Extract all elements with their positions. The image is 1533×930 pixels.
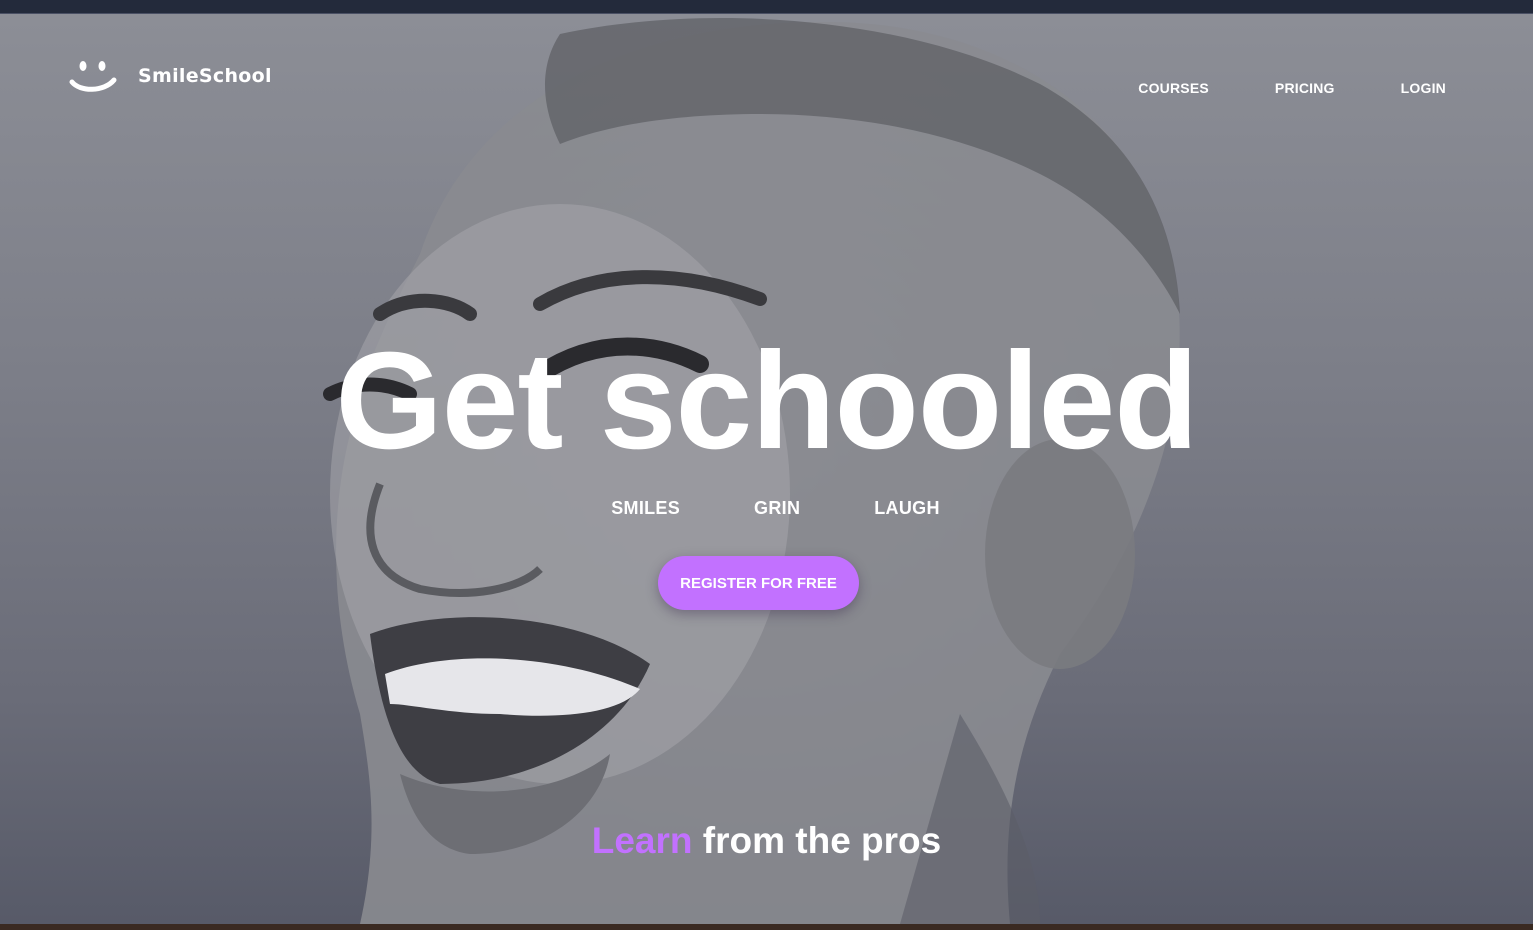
register-button[interactable]: REGISTER FOR FREE bbox=[658, 556, 859, 610]
tagline-heading: Learn from the pros bbox=[0, 820, 1533, 862]
window-top-strip bbox=[0, 0, 1533, 14]
tagline-rest: from the pros bbox=[702, 820, 942, 861]
subword-smiles: SMILES bbox=[611, 498, 681, 518]
brand-name: SmileSchool bbox=[138, 65, 272, 87]
top-navbar: SmileSchool COURSES PRICING LOGIN bbox=[0, 14, 1533, 154]
hero-section: SmileSchool COURSES PRICING LOGIN Get sc… bbox=[0, 14, 1533, 924]
smiley-face-icon bbox=[69, 61, 117, 92]
hero-headline: Get schooled bbox=[335, 324, 1198, 478]
tagline-accent: Learn bbox=[591, 820, 693, 861]
nav-login-link[interactable]: LOGIN bbox=[1401, 80, 1446, 96]
window-bottom-strip bbox=[0, 924, 1533, 930]
subword-laugh: LAUGH bbox=[874, 498, 940, 518]
hero-subwords: SMILES GRIN LAUGH bbox=[0, 498, 1533, 519]
nav-pricing-link[interactable]: PRICING bbox=[1275, 80, 1335, 96]
subword-grin: GRIN bbox=[754, 498, 801, 518]
main-nav: COURSES PRICING LOGIN bbox=[1138, 80, 1446, 96]
brand-logo-link[interactable]: SmileSchool bbox=[68, 54, 298, 98]
nav-courses-link[interactable]: COURSES bbox=[1138, 80, 1209, 96]
